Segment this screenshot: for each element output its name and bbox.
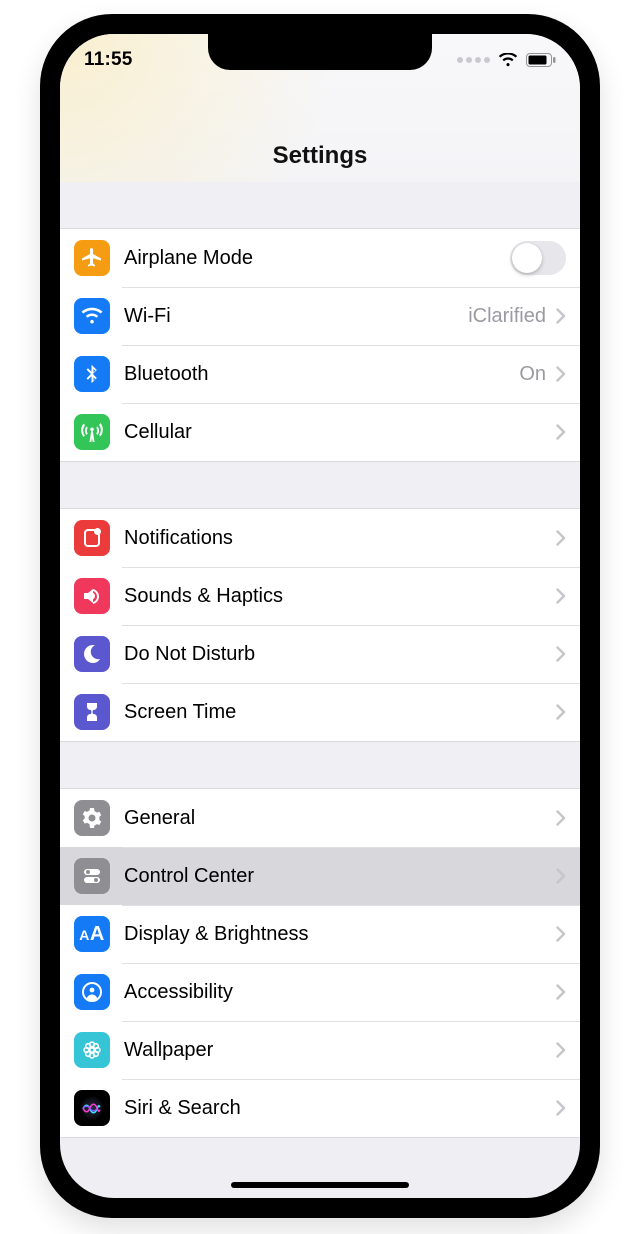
- aa-icon: AA: [74, 916, 110, 952]
- group-gap: [60, 462, 580, 508]
- row-label: Wallpaper: [124, 1039, 556, 1062]
- chevron-right-icon: [556, 646, 566, 662]
- cell-tower-icon: [74, 414, 110, 450]
- row-dnd[interactable]: Do Not Disturb: [60, 625, 580, 683]
- row-label: Control Center: [124, 865, 556, 888]
- row-screen-time[interactable]: Screen Time: [60, 683, 580, 741]
- row-control-center[interactable]: Control Center: [60, 847, 580, 905]
- row-notifications[interactable]: Notifications: [60, 509, 580, 567]
- airplane-icon: [74, 240, 110, 276]
- chevron-right-icon: [556, 308, 566, 324]
- person-circle-icon: [74, 974, 110, 1010]
- row-detail: On: [519, 363, 546, 386]
- row-sounds[interactable]: Sounds & Haptics: [60, 567, 580, 625]
- chevron-right-icon: [556, 530, 566, 546]
- row-label: Cellular: [124, 421, 556, 444]
- settings-group: General Control Center AA Display & Bright…: [60, 788, 580, 1138]
- chevron-right-icon: [556, 1100, 566, 1116]
- row-wifi[interactable]: Wi-FiiClarified: [60, 287, 580, 345]
- speaker-icon: [74, 578, 110, 614]
- settings-group: Airplane ModeWi-FiiClarifiedBluetoothOnC…: [60, 228, 580, 462]
- group-gap: [60, 742, 580, 788]
- flower-icon: [74, 1032, 110, 1068]
- phone-frame: 11:55: [40, 14, 600, 1218]
- chevron-right-icon: [556, 366, 566, 382]
- bluetooth-icon: [74, 356, 110, 392]
- chevron-right-icon: [556, 868, 566, 884]
- row-label: Accessibility: [124, 981, 556, 1004]
- row-wallpaper[interactable]: Wallpaper: [60, 1021, 580, 1079]
- row-label: Siri & Search: [124, 1097, 556, 1120]
- chevron-right-icon: [556, 424, 566, 440]
- notch: [208, 34, 432, 70]
- chevron-right-icon: [556, 810, 566, 826]
- screen: 11:55: [60, 34, 580, 1198]
- row-label: Screen Time: [124, 701, 556, 724]
- chevron-right-icon: [556, 1042, 566, 1058]
- row-label: Do Not Disturb: [124, 643, 556, 666]
- row-label: Bluetooth: [124, 363, 519, 386]
- chevron-right-icon: [556, 588, 566, 604]
- airplane-mode-switch[interactable]: [510, 241, 566, 275]
- row-siri[interactable]: Siri & Search: [60, 1079, 580, 1137]
- row-accessibility[interactable]: Accessibility: [60, 963, 580, 1021]
- row-display[interactable]: AA Display & Brightness: [60, 905, 580, 963]
- settings-group: Notifications Sounds & Haptics Do Not Dist…: [60, 508, 580, 742]
- chevron-right-icon: [556, 984, 566, 1000]
- chevron-right-icon: [556, 926, 566, 942]
- row-detail: iClarified: [468, 305, 546, 328]
- switches-icon: [74, 858, 110, 894]
- page-title-label: Settings: [273, 142, 368, 170]
- row-label: Sounds & Haptics: [124, 585, 556, 608]
- chevron-right-icon: [556, 704, 566, 720]
- home-indicator[interactable]: [231, 1182, 409, 1188]
- row-label: Display & Brightness: [124, 923, 556, 946]
- group-gap: [60, 182, 580, 228]
- wifi-icon: [74, 298, 110, 334]
- row-label: Notifications: [124, 527, 556, 550]
- row-label: General: [124, 807, 556, 830]
- settings-list[interactable]: Airplane ModeWi-FiiClarifiedBluetoothOnC…: [60, 182, 580, 1198]
- row-label: Wi-Fi: [124, 305, 468, 328]
- row-bluetooth[interactable]: BluetoothOn: [60, 345, 580, 403]
- siri-icon: [74, 1090, 110, 1126]
- hourglass-icon: [74, 694, 110, 730]
- gear-icon: [74, 800, 110, 836]
- row-airplane-mode[interactable]: Airplane Mode: [60, 229, 580, 287]
- row-cellular[interactable]: Cellular: [60, 403, 580, 461]
- notification-icon: [74, 520, 110, 556]
- row-general[interactable]: General: [60, 789, 580, 847]
- moon-icon: [74, 636, 110, 672]
- row-label: Airplane Mode: [124, 247, 510, 270]
